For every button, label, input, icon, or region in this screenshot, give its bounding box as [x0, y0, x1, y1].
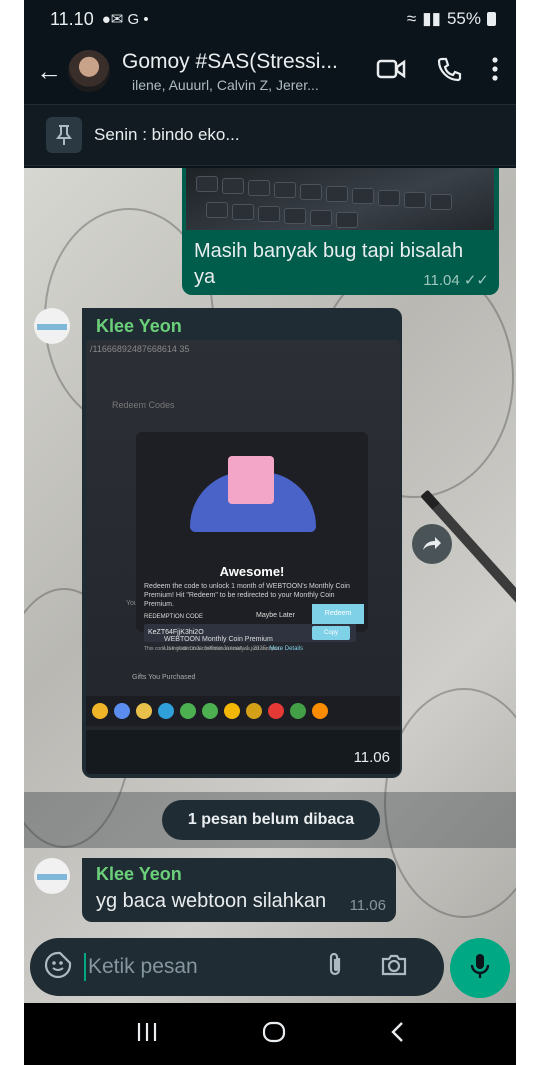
video-call-icon[interactable] [376, 58, 406, 85]
keyboard-photo[interactable] [186, 168, 494, 230]
outgoing-message[interactable]: Masih banyak bug tapi bisalah ya 11.04 ✓… [182, 168, 499, 295]
product-sub: Use your code before January 1, 2025. Mo… [164, 646, 304, 652]
product-name: WEBTOON Monthly Coin Premium [164, 636, 273, 643]
chrome-icon [290, 703, 306, 719]
forward-icon[interactable] [412, 524, 452, 564]
folder-icon [136, 703, 152, 719]
more-details-link: More Details [269, 646, 304, 652]
gift-illustration [190, 456, 316, 532]
sender-avatar[interactable] [34, 308, 70, 344]
system-nav-bar [24, 1003, 516, 1065]
voice-record-button[interactable] [450, 938, 510, 998]
page-title: Redeem Codes [112, 400, 175, 410]
taskbar [86, 696, 400, 726]
back-arrow-icon[interactable]: ← [36, 56, 62, 87]
read-ticks-icon: ✓✓ [463, 272, 489, 289]
battery-percent: 55% [446, 9, 481, 28]
chrome-icon [268, 703, 284, 719]
chrome-icon [202, 703, 218, 719]
text-caret [84, 953, 86, 981]
chat-title-box[interactable]: Gomoy #SAS(Stressi... ilene, Auuurl, Cal… [122, 50, 344, 93]
url-text: /11666892487668614 35 [90, 344, 190, 354]
back-nav-icon[interactable] [390, 1021, 404, 1048]
wifi-icon: ≈ [406, 9, 417, 28]
more-options-icon[interactable] [492, 56, 498, 86]
redeem-button: Redeem [312, 604, 364, 624]
status-time: 11.10 [50, 8, 94, 29]
monitor-screen: /11666892487668614 35 Redeem Codes Your … [86, 340, 400, 730]
chrome-icon [312, 703, 328, 719]
chat-members: ilene, Auuurl, Calvin Z, Jerer... [132, 76, 319, 93]
home-icon[interactable] [262, 1021, 286, 1048]
message-composer [30, 938, 444, 996]
signal-icon: ▮▮ [422, 9, 441, 28]
group-avatar[interactable] [68, 50, 110, 92]
incoming-image-message[interactable]: Klee Yeon /11666892487668614 35 Redeem C… [82, 308, 402, 778]
copy-button: Copy [312, 626, 350, 640]
pinned-text: Senin : bindo eko... [94, 125, 240, 144]
gifts-label: Gifts You Purchased [132, 674, 196, 681]
recent-apps-icon[interactable] [136, 1022, 158, 1047]
message-text: yg baca webtoon silahkan [96, 890, 327, 912]
message-time: 11.06 [349, 897, 386, 914]
sender-avatar[interactable] [34, 858, 70, 894]
sender-name[interactable]: Klee Yeon [96, 316, 182, 337]
voice-call-icon[interactable] [436, 56, 462, 87]
chrome-icon [224, 703, 240, 719]
outgoing-time: 11.04 ✓✓ [423, 272, 489, 289]
app-icon [114, 703, 130, 719]
app-icon [92, 703, 108, 719]
edge-icon [158, 703, 174, 719]
sender-name[interactable]: Klee Yeon [96, 864, 182, 885]
message-input[interactable] [88, 955, 318, 979]
status-bar: 11.10 ●✉ G • ≈ ▮▮ 55% [24, 0, 516, 38]
code-label: REDEMPTION CODE [144, 614, 204, 620]
notification-icons: ●✉ G • [101, 11, 149, 28]
chat-header: ← Gomoy #SAS(Stressi... ilene, Auuurl, C… [24, 38, 516, 104]
redeem-dialog: Awesome! Redeem the code to unlock 1 mon… [136, 432, 368, 652]
app-icon [246, 703, 262, 719]
chat-area[interactable]: Masih banyak bug tapi bisalah ya 11.04 ✓… [24, 168, 516, 1003]
chat-title: Gomoy #SAS(Stressi... [122, 49, 338, 73]
image-time: 11.06 [353, 749, 390, 766]
microphone-icon [470, 952, 490, 985]
chrome-icon [180, 703, 196, 719]
unread-banner: 1 pesan belum dibaca [162, 800, 380, 840]
pinned-message-bar[interactable]: Senin : bindo eko... [24, 104, 516, 166]
attach-icon[interactable] [326, 951, 344, 984]
emoji-sticker-icon[interactable] [44, 951, 72, 984]
dialog-title: Awesome! [219, 564, 285, 579]
maybe-later-button: Maybe Later [256, 612, 295, 619]
webtoon-screenshot-photo[interactable]: /11666892487668614 35 Redeem Codes Your … [86, 340, 400, 774]
incoming-text-message[interactable]: Klee Yeon yg baca webtoon silahkan 11.06 [82, 858, 396, 922]
phone-screen: 11.10 ●✉ G • ≈ ▮▮ 55% ← Gomoy #SAS(Stres… [24, 0, 516, 1065]
camera-icon[interactable] [380, 953, 408, 982]
battery-icon [487, 12, 496, 26]
pin-icon [46, 117, 82, 153]
